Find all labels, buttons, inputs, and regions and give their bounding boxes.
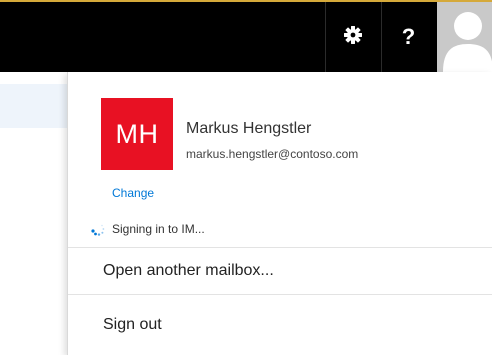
gear-icon bbox=[343, 25, 363, 50]
sign-out-item[interactable]: Sign out bbox=[68, 302, 492, 348]
account-avatar-button[interactable] bbox=[437, 2, 492, 72]
im-status-text: Signing in to IM... bbox=[112, 222, 205, 236]
person-silhouette-icon bbox=[443, 12, 492, 72]
app-window: ? MH Change Markus Hengstler markus.heng… bbox=[0, 0, 492, 355]
account-dropdown-panel: MH Change Markus Hengstler markus.hengst… bbox=[67, 72, 492, 355]
menu-divider bbox=[68, 294, 492, 295]
loading-spinner-icon bbox=[91, 224, 105, 236]
user-display-name: Markus Hengstler bbox=[186, 120, 312, 137]
background-selected-row bbox=[0, 84, 70, 128]
question-mark-icon: ? bbox=[401, 24, 416, 49]
open-another-mailbox-item[interactable]: Open another mailbox... bbox=[68, 248, 492, 294]
settings-button[interactable] bbox=[325, 2, 379, 72]
help-button[interactable]: ? bbox=[381, 2, 435, 72]
user-email: markus.hengstler@contoso.com bbox=[186, 147, 359, 161]
user-initials-tile: MH bbox=[101, 98, 173, 170]
change-photo-link[interactable]: Change bbox=[112, 186, 154, 200]
im-status-row: Signing in to IM... bbox=[90, 220, 205, 238]
